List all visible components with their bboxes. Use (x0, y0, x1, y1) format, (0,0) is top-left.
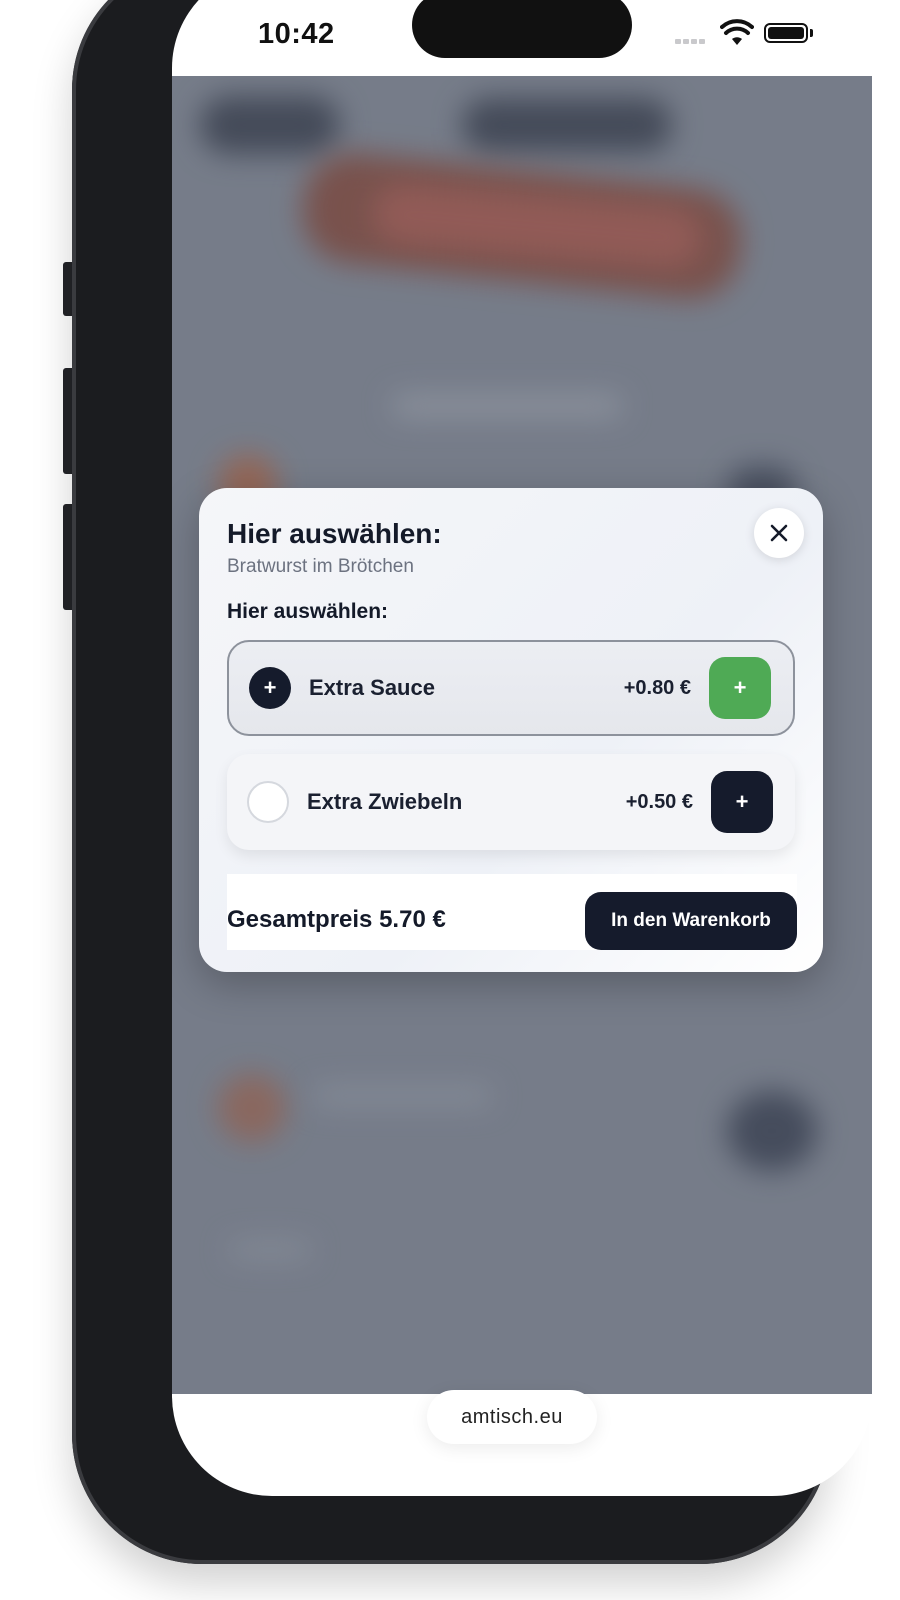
add-button[interactable]: + (711, 771, 773, 833)
url-bar[interactable]: amtisch.eu (427, 1390, 597, 1444)
option-radio[interactable] (247, 781, 289, 823)
option-extra-zwiebeln[interactable]: Extra Zwiebeln +0.50 € + (227, 754, 795, 850)
blurred-background: Hier auswählen: Bratwurst im Brötchen Hi… (172, 76, 872, 1394)
dynamic-island (412, 0, 632, 58)
cellular-signal-icon (675, 31, 707, 49)
section-label: Hier auswählen: (227, 600, 389, 623)
battery-icon (764, 23, 808, 43)
battery-tip (810, 29, 813, 37)
close-icon (770, 524, 788, 542)
option-name: Extra Zwiebeln (307, 789, 463, 814)
phone-frame: 10:42 Hier auswählen: Bratwurst im Brötc… (72, 0, 872, 1564)
option-extra-sauce[interactable]: + Extra Sauce +0.80 € + (227, 640, 795, 736)
wifi-icon (720, 19, 754, 45)
option-name: Extra Sauce (309, 675, 435, 700)
add-button[interactable]: + (709, 657, 771, 719)
option-price: +0.50 € (625, 790, 693, 813)
modal-footer: Gesamtpreis 5.70 € In den Warenkorb (227, 874, 797, 950)
phone-screen: 10:42 Hier auswählen: Bratwurst im Brötc… (172, 0, 872, 1496)
option-price: +0.80 € (623, 676, 691, 699)
option-radio-selected[interactable]: + (249, 667, 291, 709)
total-price: Gesamtpreis 5.70 € (227, 906, 446, 933)
close-button[interactable] (754, 508, 804, 558)
modal-title: Hier auswählen: (227, 518, 442, 549)
options-modal: Hier auswählen: Bratwurst im Brötchen Hi… (199, 488, 823, 972)
add-to-cart-button[interactable]: In den Warenkorb (585, 892, 797, 950)
modal-subtitle: Bratwurst im Brötchen (227, 556, 414, 577)
status-time: 10:42 (258, 18, 335, 50)
